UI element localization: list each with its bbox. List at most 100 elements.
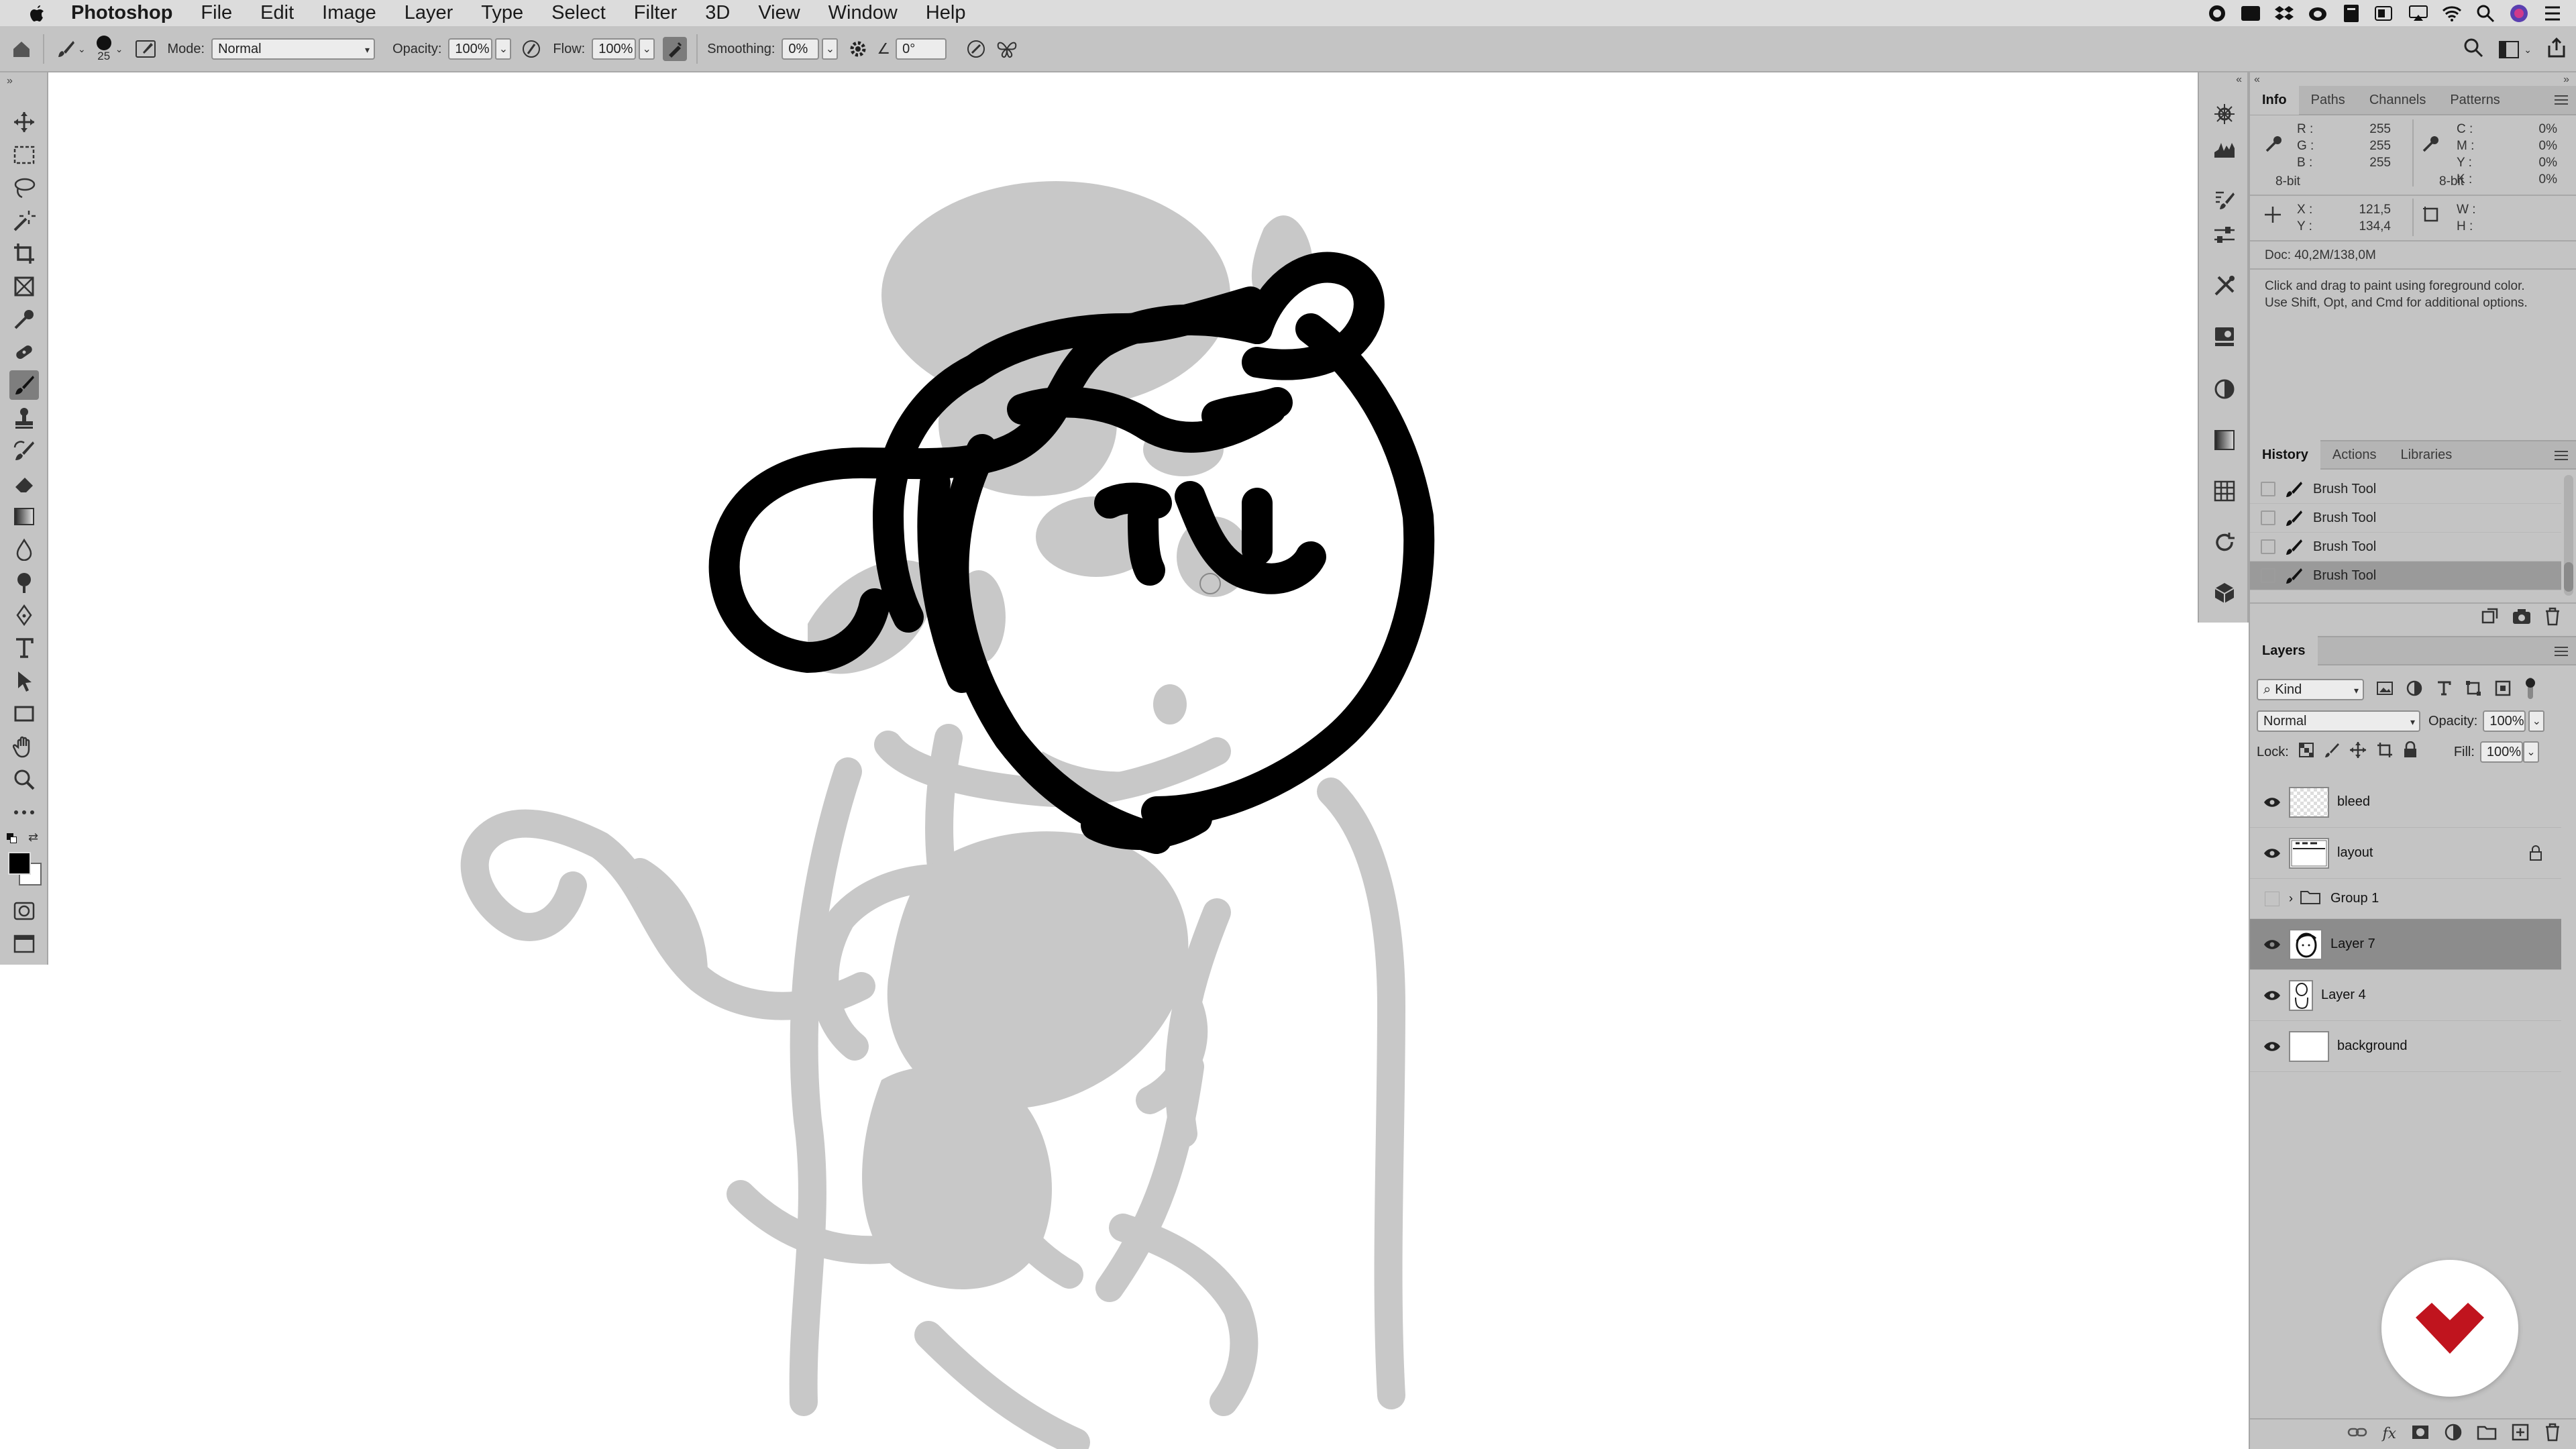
- book-icon[interactable]: [2341, 3, 2361, 23]
- creative-cloud-icon[interactable]: [2308, 3, 2328, 23]
- opacity-slider-toggle[interactable]: ⌄: [495, 38, 512, 60]
- layer-opacity-field[interactable]: 100%: [2483, 710, 2526, 732]
- more-tools-icon[interactable]: [9, 798, 39, 827]
- collapse-arrows-icon[interactable]: »: [7, 75, 13, 87]
- fx-icon[interactable]: fx: [2382, 1426, 2396, 1442]
- smoothing-slider-toggle[interactable]: ⌄: [822, 38, 839, 60]
- opacity-field[interactable]: 100%: [448, 38, 493, 60]
- lasso-tool-icon[interactable]: [9, 173, 39, 203]
- chevron-down-icon[interactable]: ⌄: [115, 44, 123, 55]
- eye-icon[interactable]: [2262, 934, 2282, 955]
- hand-tool-icon[interactable]: [9, 732, 39, 761]
- history-item[interactable]: Brush Tool: [2250, 533, 2561, 561]
- menu-edit[interactable]: Edit: [246, 2, 308, 24]
- zoom-tool-icon[interactable]: [9, 765, 39, 794]
- blur-tool-icon[interactable]: [9, 535, 39, 564]
- spotlight-search-icon[interactable]: [2475, 3, 2496, 23]
- menu-window[interactable]: Window: [814, 2, 912, 24]
- navigator-icon[interactable]: [2210, 99, 2239, 129]
- history-snapshot-checkbox[interactable]: [2261, 511, 2275, 525]
- apple-logo-icon[interactable]: [25, 2, 48, 25]
- collapse-arrows-icon[interactable]: «: [2236, 74, 2242, 86]
- blend-mode-select[interactable]: Normal ▾: [2257, 710, 2420, 732]
- chevron-right-icon[interactable]: ›: [2289, 892, 2293, 906]
- lock-all-icon[interactable]: [2403, 741, 2418, 763]
- fill-slider-toggle[interactable]: ⌄: [2522, 741, 2539, 763]
- layer-name[interactable]: layout: [2337, 845, 2373, 861]
- flow-field[interactable]: 100%: [592, 38, 637, 60]
- filter-toggle-icon[interactable]: [2524, 676, 2537, 704]
- pressure-opacity-icon[interactable]: [519, 37, 543, 61]
- crop-tool-icon[interactable]: [9, 239, 39, 268]
- history-item[interactable]: Brush Tool: [2250, 475, 2561, 504]
- menu-select[interactable]: Select: [537, 2, 620, 24]
- layer-name[interactable]: background: [2337, 1038, 2408, 1054]
- adjustments-sliders-icon[interactable]: [2210, 220, 2239, 250]
- menu-filter[interactable]: Filter: [620, 2, 691, 24]
- brush-angle-field[interactable]: 0°: [896, 38, 947, 60]
- tool-presets-icon[interactable]: [2210, 271, 2239, 301]
- workspace-icon[interactable]: ⌄: [2498, 40, 2532, 59]
- document-canvas[interactable]: [50, 74, 2196, 1449]
- layer-kind-filter[interactable]: ⌕ Kind ▾: [2257, 679, 2364, 700]
- eye-icon[interactable]: [2262, 1036, 2282, 1057]
- marquee-tool-icon[interactable]: [9, 140, 39, 170]
- tab-info[interactable]: Info: [2250, 85, 2299, 115]
- properties-icon[interactable]: [2210, 322, 2239, 352]
- brush-tool-icon[interactable]: [9, 370, 39, 400]
- screen-mode-icon[interactable]: [9, 929, 39, 959]
- menu-help[interactable]: Help: [912, 2, 980, 24]
- new-adjustment-layer-icon[interactable]: [2445, 1424, 2462, 1444]
- camera-snapshot-icon[interactable]: [2512, 608, 2532, 629]
- tab-patterns[interactable]: Patterns: [2438, 85, 2512, 115]
- collapse-arrows-icon[interactable]: «: [2254, 74, 2260, 86]
- move-tool-icon[interactable]: [9, 107, 39, 137]
- histogram-icon[interactable]: [2210, 134, 2239, 164]
- airplay-icon[interactable]: [2408, 3, 2428, 23]
- brush-preset-icon[interactable]: [54, 37, 78, 61]
- panel-menu-icon[interactable]: [2553, 93, 2569, 111]
- eye-icon[interactable]: [2262, 985, 2282, 1006]
- brush-tip-icon[interactable]: [96, 36, 111, 50]
- clone-stamp-tool-icon[interactable]: [9, 403, 39, 433]
- filter-shape-icon[interactable]: [2465, 680, 2482, 700]
- new-layer-icon[interactable]: [2512, 1424, 2529, 1444]
- lock-position-icon[interactable]: [2349, 741, 2367, 763]
- layer-row-bleed[interactable]: bleed: [2250, 777, 2561, 828]
- pen-tool-icon[interactable]: [9, 600, 39, 630]
- eyedropper-tool-icon[interactable]: [9, 305, 39, 334]
- type-tool-icon[interactable]: [9, 633, 39, 663]
- panel-menu-icon[interactable]: [2553, 644, 2569, 663]
- filter-smart-object-icon[interactable]: [2494, 680, 2512, 700]
- tab-libraries[interactable]: Libraries: [2389, 440, 2465, 470]
- hidden-visibility-box[interactable]: [2265, 891, 2279, 906]
- eye-icon[interactable]: [2262, 843, 2282, 863]
- layer-row-background[interactable]: background: [2250, 1021, 2561, 1072]
- filter-type-icon[interactable]: [2435, 680, 2453, 700]
- pressure-size-icon[interactable]: [964, 37, 988, 61]
- filter-pixel-icon[interactable]: [2376, 680, 2394, 700]
- adjustments-icon[interactable]: [2210, 374, 2239, 404]
- layer-name[interactable]: Layer 7: [2330, 936, 2375, 952]
- history-item-selected[interactable]: Brush Tool: [2250, 561, 2561, 590]
- gradients-icon[interactable]: [2210, 425, 2239, 455]
- record-icon[interactable]: [2207, 3, 2227, 23]
- menu-image[interactable]: Image: [308, 2, 390, 24]
- collapse-arrows-icon[interactable]: »: [2563, 74, 2569, 86]
- tab-paths[interactable]: Paths: [2299, 85, 2357, 115]
- foreground-color-swatch[interactable]: [8, 852, 31, 875]
- layer-name[interactable]: Group 1: [2330, 891, 2379, 906]
- scrollbar[interactable]: [2564, 475, 2573, 596]
- history-brush-tool-icon[interactable]: [9, 436, 39, 466]
- dropbox-icon[interactable]: [2274, 3, 2294, 23]
- symmetry-butterfly-icon[interactable]: [995, 37, 1019, 61]
- siri-icon[interactable]: [2509, 3, 2529, 23]
- swatches-grid-icon[interactable]: [2210, 476, 2239, 506]
- rotate-view-icon[interactable]: [2210, 527, 2239, 557]
- layer-name[interactable]: Layer 4: [2321, 987, 2366, 1003]
- magic-wand-tool-icon[interactable]: [9, 206, 39, 235]
- smoothing-field[interactable]: 0%: [782, 38, 820, 60]
- healing-brush-tool-icon[interactable]: [9, 337, 39, 367]
- eye-icon[interactable]: [2262, 792, 2282, 812]
- quick-mask-icon[interactable]: [9, 896, 39, 926]
